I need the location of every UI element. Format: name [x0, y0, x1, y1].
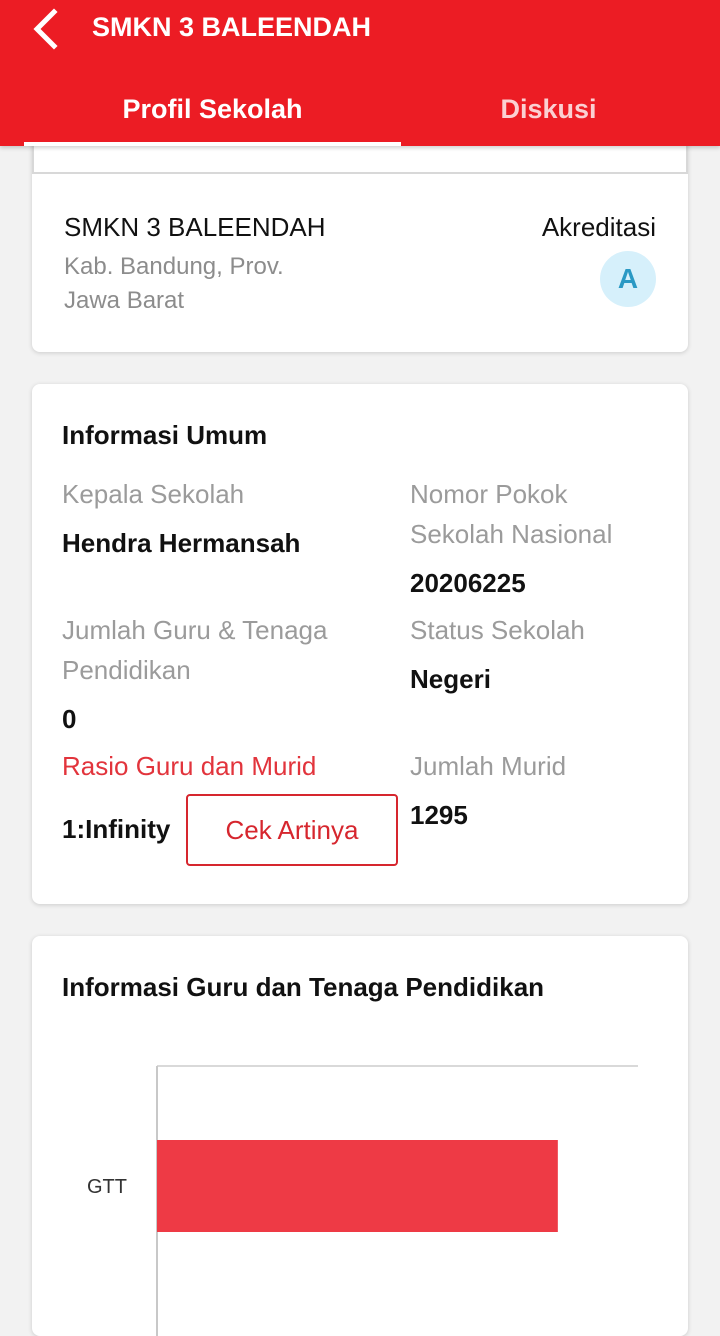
- npsn-label: Nomor Pokok Sekolah Nasional: [410, 479, 613, 549]
- students-count-label: Jumlah Murid: [410, 751, 567, 781]
- tab-diskusi[interactable]: Diskusi: [401, 90, 696, 146]
- page-title: SMKN 3 BALEENDAH: [92, 12, 372, 42]
- general-info-title: Informasi Umum: [62, 420, 268, 450]
- tab-profil-sekolah-label: Profil Sekolah: [122, 94, 303, 124]
- divider: [32, 172, 688, 174]
- general-info-card: Informasi Umum Kepala Sekolah Hendra Her…: [32, 384, 688, 904]
- principal-label: Kepala Sekolah: [62, 479, 245, 509]
- app-bar: SMKN 3 BALEENDAH Profil Sekolah Diskusi: [0, 0, 720, 146]
- teacher-info-card: Informasi Guru dan Tenaga Pendidikan GTT: [32, 936, 688, 1336]
- active-tab-indicator: [24, 142, 401, 146]
- teachers-count-label: Jumlah Guru & Tenaga Pendidikan: [62, 615, 328, 685]
- back-button[interactable]: [22, 6, 70, 52]
- teacher-chart: GTT: [87, 1065, 638, 1336]
- accreditation-badge: A: [600, 251, 656, 307]
- tab-diskusi-label: Diskusi: [500, 94, 597, 124]
- teacher-student-ratio-value: 1:Infinity: [62, 814, 171, 844]
- principal-value: Hendra Hermansah: [62, 528, 301, 558]
- school-location: Kab. Bandung, Prov. Jawa Barat: [64, 253, 284, 314]
- cek-artinya-button[interactable]: Cek Artinya: [186, 794, 398, 866]
- school-status-value: Negeri: [410, 664, 491, 694]
- school-name: SMKN 3 BALEENDAH: [64, 212, 326, 242]
- school-status-label: Status Sekolah: [410, 615, 585, 645]
- back-arrow-icon: [33, 8, 58, 50]
- chart-category-label: GTT: [87, 1176, 127, 1198]
- tab-profil-sekolah[interactable]: Profil Sekolah: [24, 90, 401, 146]
- npsn-value: 20206225: [410, 568, 526, 598]
- students-count-value: 1295: [410, 800, 468, 830]
- school-summary-card: SMKN 3 BALEENDAH Kab. Bandung, Prov. Jaw…: [32, 140, 688, 352]
- accreditation-label: Akreditasi: [541, 212, 656, 242]
- teachers-count-value: 0: [62, 704, 77, 734]
- teacher-student-ratio-label: Rasio Guru dan Murid: [62, 751, 317, 781]
- chart-bar: [157, 1140, 558, 1232]
